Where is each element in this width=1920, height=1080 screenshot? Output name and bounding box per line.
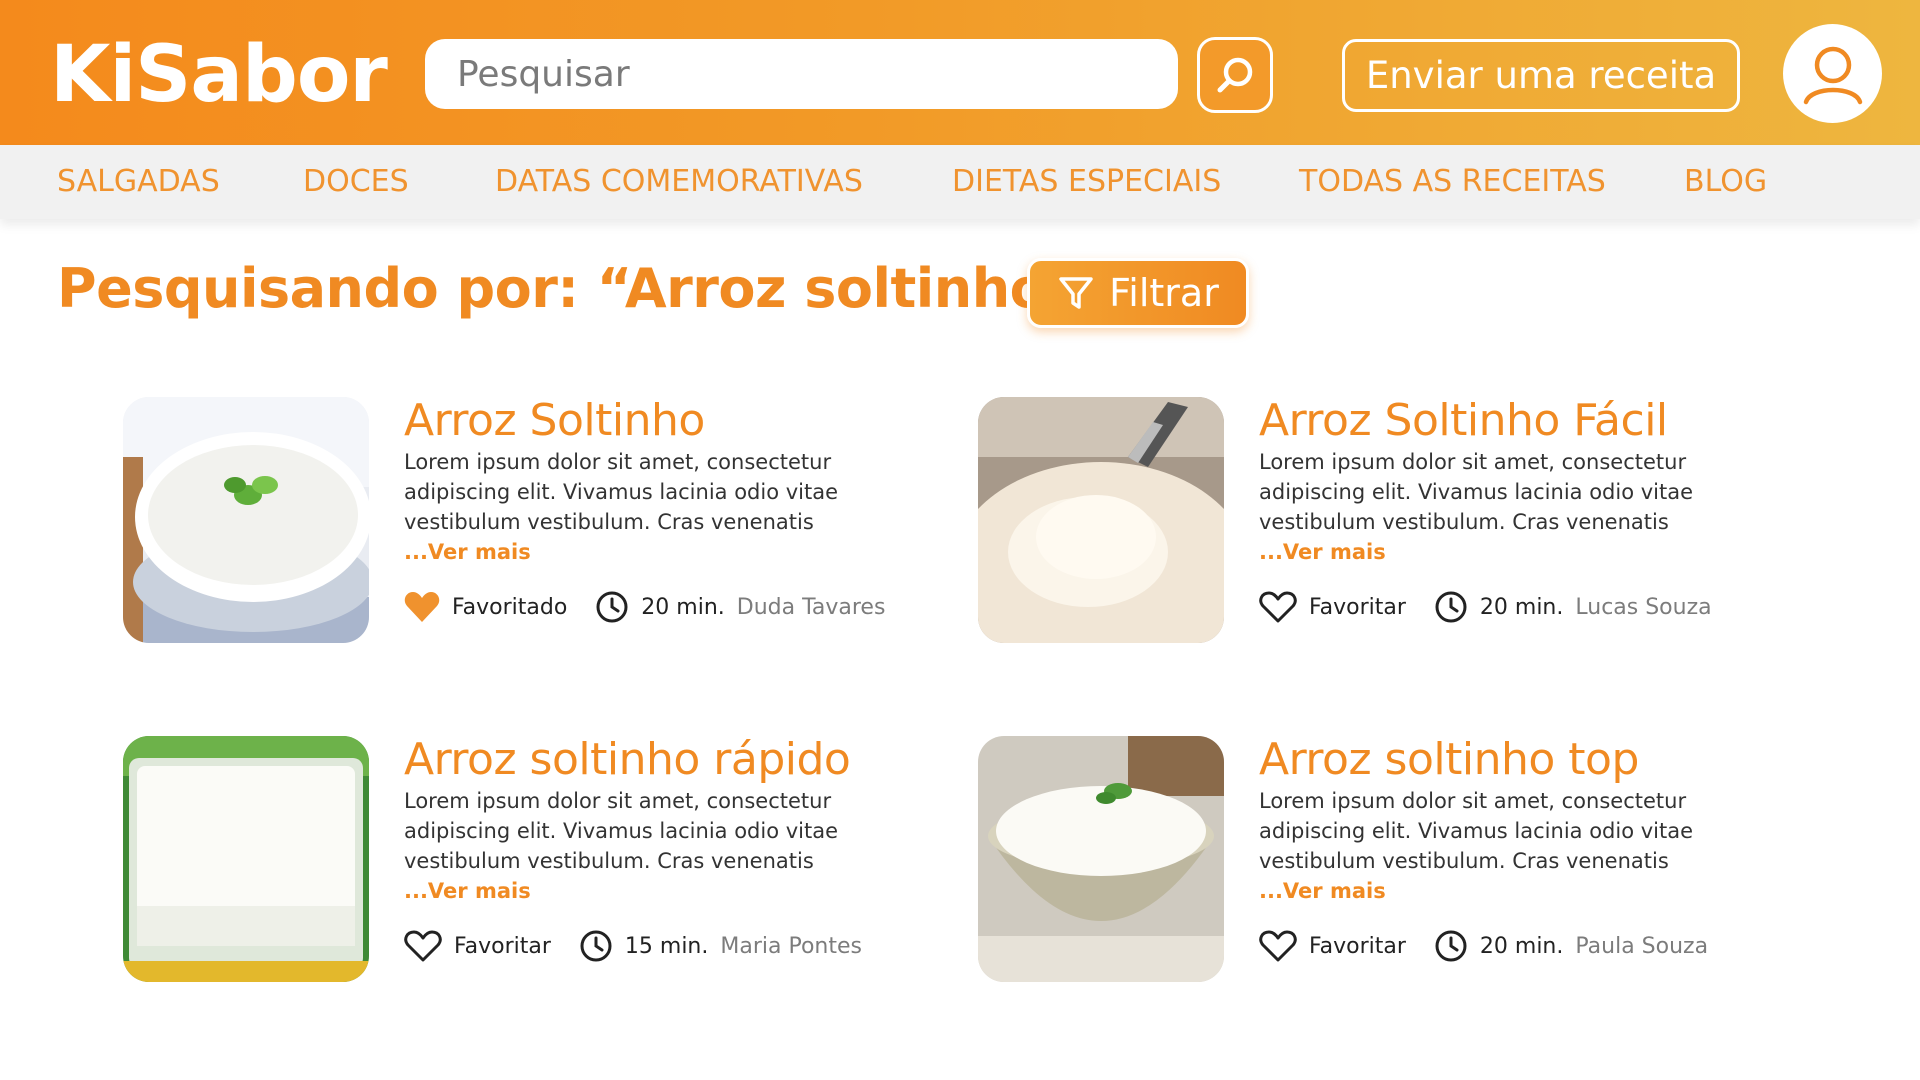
search-input[interactable] (425, 39, 1178, 109)
recipe-image-rice-bowl[interactable] (123, 397, 369, 643)
favorite-button[interactable]: Favoritado (404, 590, 567, 624)
prep-time-label: 20 min. (1479, 933, 1564, 959)
read-more-link[interactable]: ...Ver mais (404, 876, 531, 906)
read-more-link[interactable]: ...Ver mais (1259, 876, 1386, 906)
user-icon (1797, 38, 1869, 110)
recipe-description: Lorem ipsum dolor sit amet, consectetur … (1259, 450, 1694, 534)
clock-icon (595, 590, 629, 624)
favorite-label: Favoritar (1309, 933, 1406, 959)
prep-time-label: 20 min. (1479, 594, 1564, 620)
search-icon (1213, 53, 1257, 97)
recipe-author[interactable]: Paula Souza (1575, 934, 1708, 959)
top-header: KiSabor Enviar uma receita (0, 0, 1920, 145)
kisabor-logo[interactable]: KiSabor (50, 30, 388, 120)
recipe-author[interactable]: Maria Pontes (720, 934, 862, 959)
nav-item-dietas-especiais[interactable]: DIETAS ESPECIAIS (952, 145, 1221, 219)
search-results-title: Pesquisando por: “Arroz soltinho” (57, 257, 1082, 320)
recipe-card[interactable]: Arroz Soltinho Fácil Lorem ipsum dolor s… (978, 395, 1778, 647)
heart-outline-icon (1259, 929, 1297, 963)
filter-button[interactable]: Filtrar (1027, 258, 1249, 328)
recipe-description: Lorem ipsum dolor sit amet, consectetur … (404, 789, 839, 873)
heart-outline-icon (404, 929, 442, 963)
recipe-image-rice-spoon[interactable] (978, 397, 1224, 643)
send-recipe-button[interactable]: Enviar uma receita (1342, 39, 1740, 112)
recipe-description: Lorem ipsum dolor sit amet, consectetur … (1259, 789, 1694, 873)
category-nav: SALGADAS DOCES DATAS COMEMORATIVAS DIETA… (0, 145, 1920, 219)
recipe-meta: Favoritar 15 min. Maria Pontes (404, 926, 862, 966)
recipe-meta: Favoritado 20 min. Duda Tavares (404, 587, 885, 627)
user-avatar-button[interactable] (1783, 24, 1882, 123)
read-more-link[interactable]: ...Ver mais (1259, 537, 1386, 567)
favorite-label: Favoritado (452, 594, 568, 620)
nav-item-todas-as-receitas[interactable]: TODAS AS RECEITAS (1299, 145, 1606, 219)
clock-icon (1434, 929, 1468, 963)
read-more-link[interactable]: ...Ver mais (404, 537, 531, 567)
clock-icon (1434, 590, 1468, 624)
recipe-author[interactable]: Duda Tavares (737, 595, 886, 620)
recipe-author[interactable]: Lucas Souza (1575, 595, 1711, 620)
recipe-title[interactable]: Arroz soltinho rápido (404, 730, 851, 790)
recipe-title[interactable]: Arroz Soltinho (404, 391, 705, 451)
recipe-meta: Favoritar 20 min. Paula Souza (1259, 926, 1708, 966)
recipe-title[interactable]: Arroz Soltinho Fácil (1259, 391, 1668, 451)
heart-outline-icon (1259, 590, 1297, 624)
nav-item-blog[interactable]: BLOG (1684, 145, 1767, 219)
prep-time-label: 20 min. (641, 594, 725, 620)
heart-filled-icon (404, 590, 440, 624)
clock-icon (579, 929, 613, 963)
recipe-image-rice-ceramic-bowl[interactable] (978, 736, 1224, 982)
recipe-meta: Favoritar 20 min. Lucas Souza (1259, 587, 1712, 627)
recipe-description: Lorem ipsum dolor sit amet, consectetur … (404, 450, 839, 534)
nav-item-doces[interactable]: DOCES (303, 145, 409, 219)
prep-time: 20 min. (1434, 929, 1563, 963)
nav-item-datas-comemorativas[interactable]: DATAS COMEMORATIVAS (495, 145, 863, 219)
favorite-button[interactable]: Favoritar (1259, 590, 1406, 624)
prep-time-label: 15 min. (624, 933, 709, 959)
recipe-image-rice-glass-dish[interactable] (123, 736, 369, 982)
favorite-button[interactable]: Favoritar (404, 929, 551, 963)
prep-time: 20 min. (1434, 590, 1563, 624)
recipe-title[interactable]: Arroz soltinho top (1259, 730, 1639, 790)
recipe-card[interactable]: Arroz Soltinho Lorem ipsum dolor sit ame… (123, 395, 923, 647)
filter-label: Filtrar (1109, 271, 1219, 315)
prep-time: 20 min. (595, 590, 725, 624)
recipe-card[interactable]: Arroz soltinho top Lorem ipsum dolor sit… (978, 734, 1778, 986)
search-button[interactable] (1197, 37, 1273, 113)
favorite-label: Favoritar (1309, 594, 1406, 620)
filter-icon (1057, 274, 1095, 312)
nav-item-salgadas[interactable]: SALGADAS (57, 145, 220, 219)
recipe-card[interactable]: Arroz soltinho rápido Lorem ipsum dolor … (123, 734, 923, 986)
favorite-button[interactable]: Favoritar (1259, 929, 1406, 963)
favorite-label: Favoritar (454, 933, 551, 959)
prep-time: 15 min. (579, 929, 708, 963)
